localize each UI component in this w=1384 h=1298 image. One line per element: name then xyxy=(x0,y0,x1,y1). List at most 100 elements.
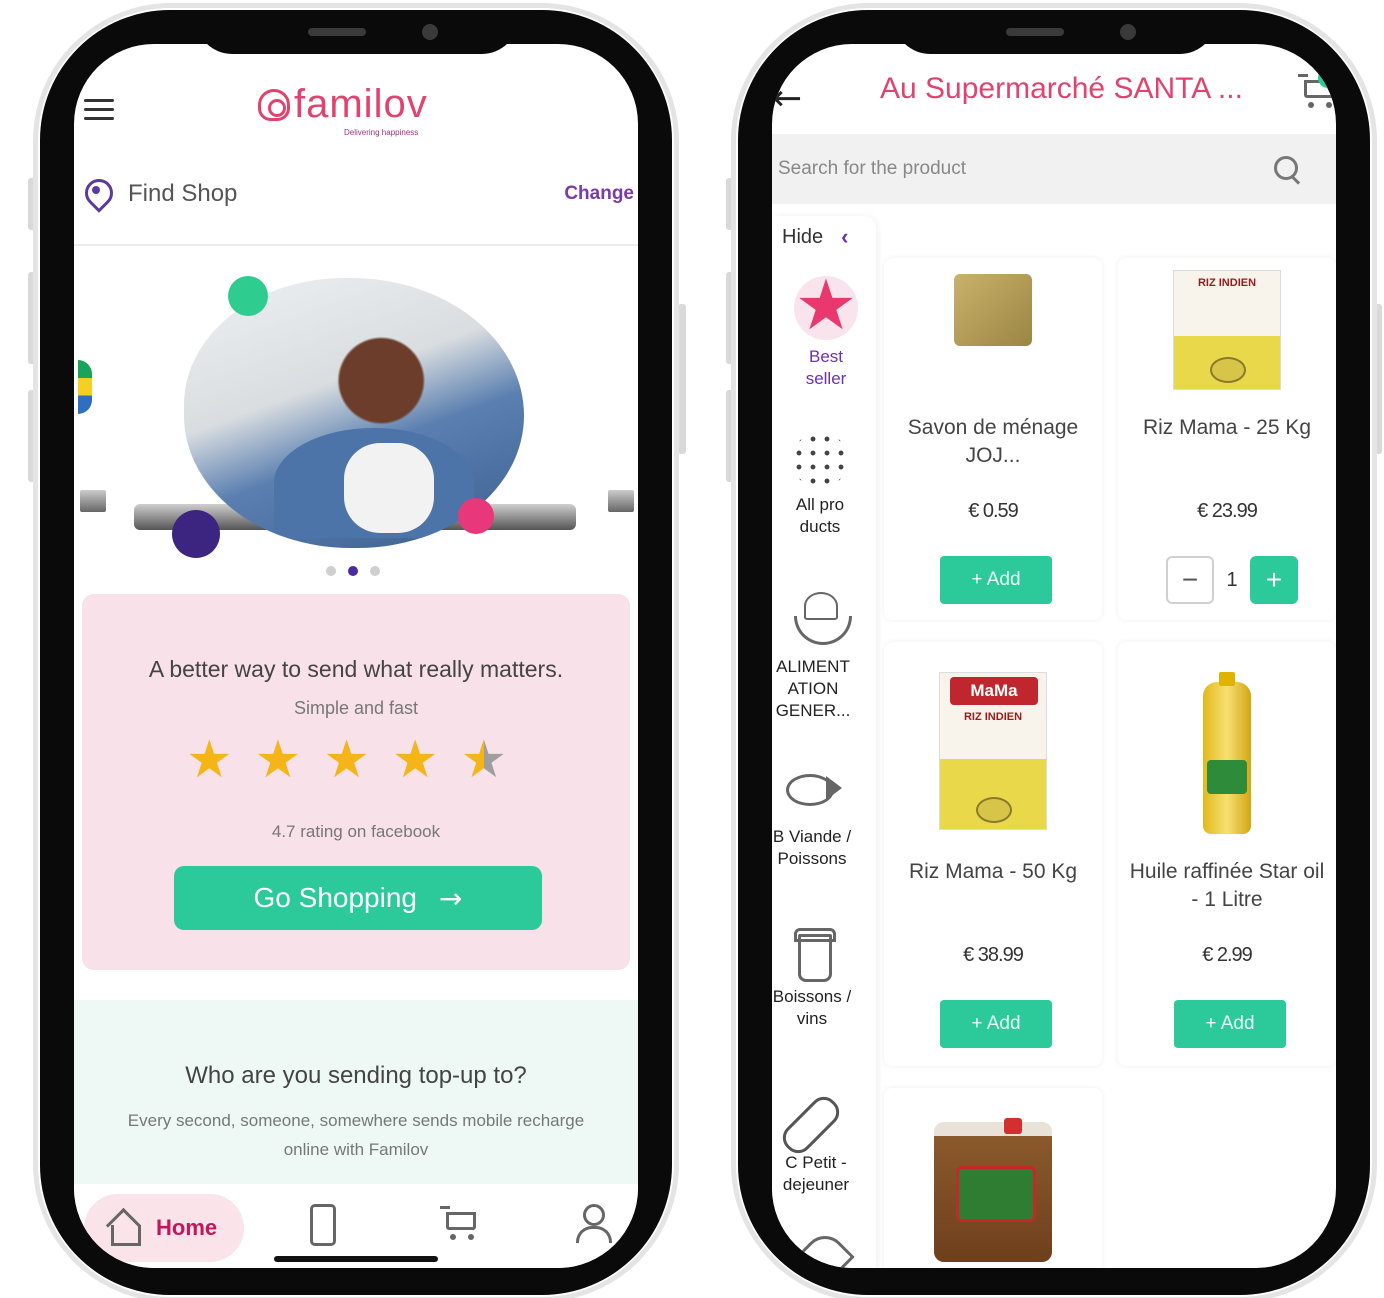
mobile-topup-icon[interactable] xyxy=(310,1204,336,1246)
rice-logo-label: MaMa xyxy=(950,677,1038,705)
category-more[interactable] xyxy=(780,1226,864,1268)
category-label: ALIMENT ATION GENER... xyxy=(775,657,851,720)
category-label: B Viande / Poissons xyxy=(772,827,852,868)
rice-brand-label: RIZ INDIEN xyxy=(1197,277,1257,289)
product-price: € 2.99 xyxy=(1202,944,1253,966)
category-all-products[interactable]: All pro ducts xyxy=(778,432,862,538)
bread-icon xyxy=(784,1076,848,1146)
hero-carousel[interactable] xyxy=(74,264,638,558)
add-to-cart-button[interactable]: + Add xyxy=(1174,1000,1286,1048)
product-image-rice-25kg: RIZ INDIEN xyxy=(1173,270,1281,390)
rice-seal-graphic xyxy=(1210,357,1246,383)
star-icon: ★ xyxy=(186,730,233,790)
category-petit-dejeuner[interactable]: C Petit -dejeuner xyxy=(774,1076,858,1196)
add-to-cart-button[interactable]: + Add xyxy=(940,556,1052,604)
rice-seal-graphic xyxy=(976,797,1012,823)
star-icon: ★ xyxy=(254,730,302,790)
category-viande-poissons[interactable]: B Viande / Poissons xyxy=(772,756,856,870)
product-card[interactable] xyxy=(884,1088,1102,1268)
chevron-left-icon: ‹ xyxy=(841,224,849,249)
product-image-soap xyxy=(954,274,1032,346)
fish-icon xyxy=(782,756,846,820)
star-icon: ★ xyxy=(391,730,439,790)
decor-circle-green xyxy=(228,276,268,316)
carousel-next-slide-edge xyxy=(608,490,634,512)
go-shopping-button[interactable]: Go Shopping → xyxy=(174,866,542,930)
product-name: Riz Mama - 25 Kg xyxy=(1142,416,1312,439)
notch-speaker xyxy=(308,28,366,36)
right-phone: ← Au Supermarché SANTA ... Hide ‹ Best s… xyxy=(738,10,1370,1295)
right-phone-screen: ← Au Supermarché SANTA ... Hide ‹ Best s… xyxy=(772,44,1336,1268)
carousel-dot[interactable] xyxy=(326,566,336,576)
product-price: € 23.99 xyxy=(1197,500,1258,522)
quantity-stepper: − 1 + xyxy=(1166,556,1298,604)
category-alimentation[interactable]: ALIMENT ATION GENER... xyxy=(772,586,868,722)
category-boissons[interactable]: Boissons / vins xyxy=(772,916,852,1030)
cart-badge xyxy=(1318,68,1336,88)
product-card[interactable]: Savon de ménage JOJ... € 0.59 + Add xyxy=(884,258,1102,620)
header-divider xyxy=(74,244,638,246)
cart-icon[interactable] xyxy=(440,1206,480,1242)
left-phone: familov Delivering happiness Find Shop C… xyxy=(40,10,672,1295)
rating-text: 4.7 rating on facebook xyxy=(271,822,441,841)
notch-camera xyxy=(1120,24,1136,40)
product-image-rice-50kg: MaMa RIZ INDIEN xyxy=(939,672,1047,830)
left-phone-notch xyxy=(196,10,518,54)
carousel-indicator[interactable] xyxy=(326,566,380,576)
notch-speaker xyxy=(1006,28,1064,36)
hero-person-tshirt xyxy=(344,443,434,533)
logo-text: familov xyxy=(294,82,428,126)
category-label: C Petit -dejeuner xyxy=(782,1153,850,1194)
hide-categories-toggle[interactable]: Hide ‹ xyxy=(782,224,848,250)
right-phone-notch xyxy=(894,10,1216,54)
product-card[interactable]: Huile raffinée Star oil - 1 Litre € 2.99… xyxy=(1118,642,1336,1066)
lotus-icon xyxy=(790,1226,854,1268)
decrease-quantity-button[interactable]: − xyxy=(1166,556,1214,604)
find-shop-label[interactable]: Find Shop xyxy=(128,180,564,208)
profile-icon[interactable] xyxy=(574,1204,612,1244)
rating-stars: ★ ★ ★ ★ ★ xyxy=(186,734,507,786)
search-icon[interactable] xyxy=(1272,154,1302,184)
back-arrow-icon[interactable]: ← xyxy=(772,78,802,119)
decor-circle-navy xyxy=(172,510,220,558)
star-icon: ★ xyxy=(323,730,370,790)
quantity-value: 1 xyxy=(1226,568,1238,591)
product-card[interactable]: MaMa RIZ INDIEN Riz Mama - 50 Kg € 38.99… xyxy=(884,642,1102,1066)
header-cart-icon[interactable] xyxy=(1298,68,1336,110)
nav-home-label: Home xyxy=(156,1215,218,1240)
logo-tagline: Delivering happiness xyxy=(344,128,419,137)
home-indicator-bar xyxy=(274,1256,438,1262)
category-label: Boissons / vins xyxy=(772,987,852,1028)
hide-label: Hide xyxy=(782,225,824,248)
product-name: Savon de ménage JOJ... xyxy=(907,416,1079,467)
salad-bowl-icon xyxy=(788,586,852,650)
product-price: € 0.59 xyxy=(968,500,1019,522)
nav-home[interactable]: Home xyxy=(84,1194,244,1262)
product-name: Huile raffinée Star oil - 1 Litre xyxy=(1129,860,1325,911)
category-label: Best seller xyxy=(805,347,847,388)
carousel-dot[interactable] xyxy=(370,566,380,576)
location-pin-icon xyxy=(82,177,110,211)
heart-logo-icon xyxy=(258,88,290,121)
product-image-oil-can xyxy=(934,1118,1052,1262)
category-label: All pro ducts xyxy=(795,495,845,536)
change-shop-link[interactable]: Change xyxy=(564,183,634,205)
search-bar xyxy=(772,134,1336,204)
product-card[interactable]: RIZ INDIEN Riz Mama - 25 Kg € 23.99 − 1 … xyxy=(1118,258,1336,620)
familov-logo: familov xyxy=(258,82,428,127)
menu-icon[interactable] xyxy=(84,99,114,121)
rice-brand-label: RIZ INDIEN xyxy=(963,711,1023,723)
carousel-dot-active[interactable] xyxy=(348,566,358,576)
add-to-cart-button[interactable]: + Add xyxy=(940,1000,1052,1048)
star-icon xyxy=(794,270,858,340)
decor-circle-pink xyxy=(458,498,494,534)
promo-subtitle: Simple and fast xyxy=(293,698,419,718)
category-sidebar: Hide ‹ Best seller All pro ducts ALIMENT… xyxy=(772,216,876,1268)
category-best-seller[interactable]: Best seller xyxy=(784,270,868,390)
increase-quantity-button[interactable]: + xyxy=(1250,556,1298,604)
carousel-prev-slide-edge xyxy=(80,490,106,512)
topup-section: Who are you sending top-up to? Every sec… xyxy=(74,1000,638,1190)
search-input[interactable] xyxy=(778,158,1272,180)
topup-title: Who are you sending top-up to? xyxy=(185,1062,527,1089)
go-shopping-label: Go Shopping xyxy=(253,882,417,913)
